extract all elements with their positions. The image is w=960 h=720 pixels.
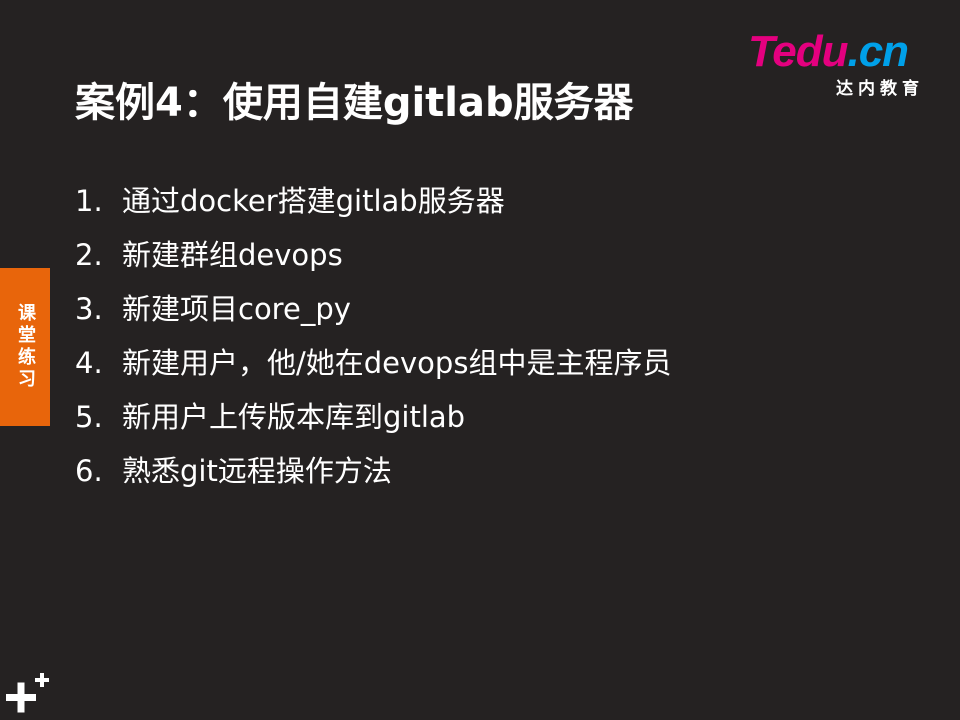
- list-item-number: 2.: [75, 238, 103, 272]
- list-item: 1. 通过docker搭建gitlab服务器: [75, 174, 671, 228]
- logo-mark: Tedu.cn: [748, 27, 909, 76]
- side-tab: 课堂练习: [0, 268, 50, 426]
- side-tab-label: 课堂练习: [15, 303, 36, 391]
- logo-brand-t: T: [748, 27, 773, 76]
- logo-brand-cn: .cn: [847, 27, 909, 76]
- list-item-number: 4.: [75, 346, 103, 380]
- list-item: 2. 新建群组devops: [75, 228, 671, 282]
- list-item: 4. 新建用户，他/她在devops组中是主程序员: [75, 336, 671, 390]
- step-list: 1. 通过docker搭建gitlab服务器 2. 新建群组devops 3. 新建项…: [75, 174, 671, 498]
- list-item: 6. 熟悉git远程操作方法: [75, 444, 671, 498]
- list-item: 5. 新用户上传版本库到gitlab: [75, 390, 671, 444]
- list-item-text: 熟悉git远程操作方法: [122, 454, 392, 488]
- list-item-text: 新建用户，他/她在devops组中是主程序员: [122, 346, 672, 380]
- list-item-text: 新建项目core_py: [122, 292, 351, 326]
- plus-icon: [6, 670, 52, 714]
- slide-title: 案例4：使用自建gitlab服务器: [75, 80, 634, 126]
- list-item-text: 新建群组devops: [122, 238, 343, 272]
- list-item-number: 3.: [75, 292, 103, 326]
- list-item-number: 6.: [75, 454, 103, 488]
- logo-brand-rest: edu: [772, 27, 848, 76]
- list-item-text: 通过docker搭建gitlab服务器: [122, 184, 505, 218]
- list-item-number: 1.: [75, 184, 103, 218]
- logo: Tedu.cn 达内教育: [748, 28, 928, 100]
- list-item-text: 新用户上传版本库到gitlab: [122, 400, 466, 434]
- logo-subtitle: 达内教育: [836, 79, 924, 99]
- list-item: 3. 新建项目core_py: [75, 282, 671, 336]
- list-item-number: 5.: [75, 400, 103, 434]
